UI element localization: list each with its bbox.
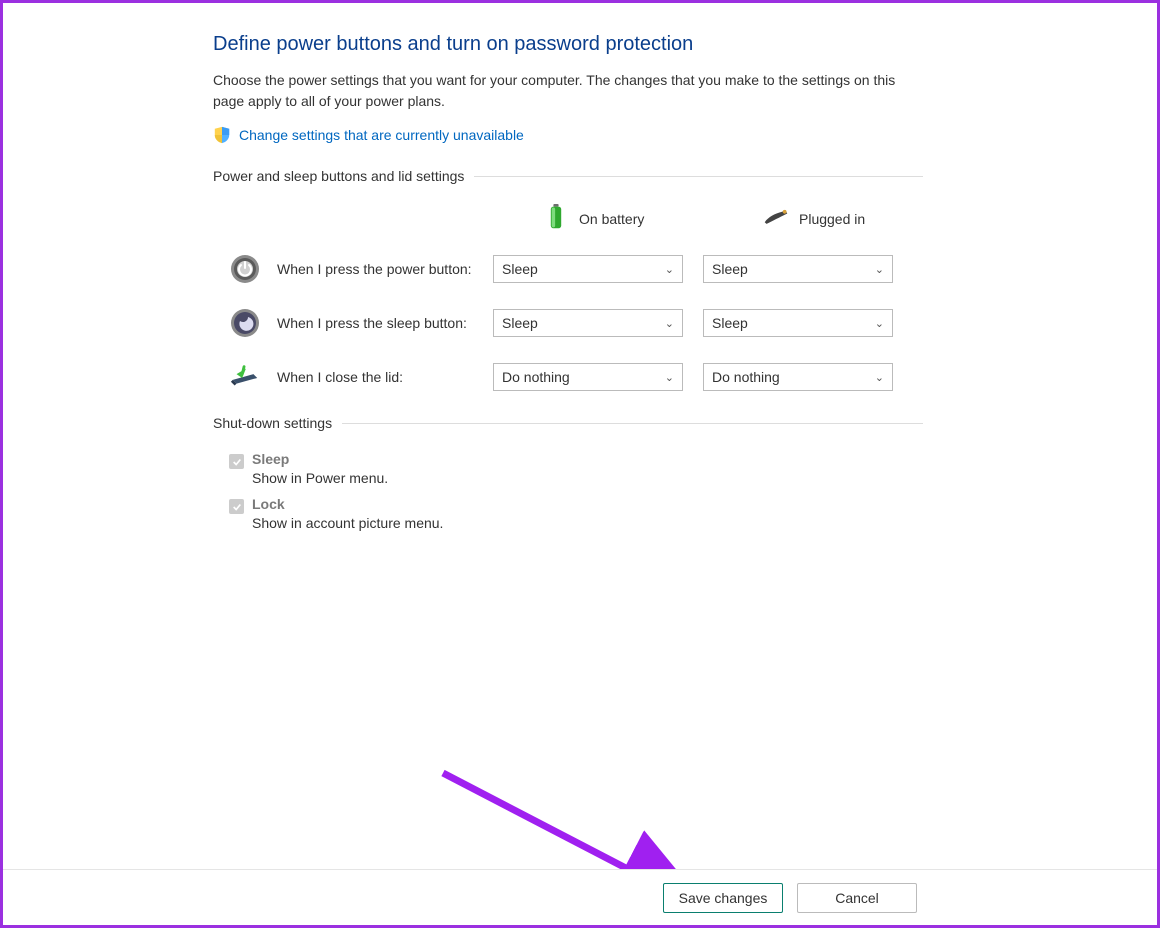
column-battery-label: On battery (579, 211, 644, 227)
power-button-plugged-dropdown[interactable]: Sleep ⌄ (703, 255, 893, 283)
cancel-button[interactable]: Cancel (797, 883, 917, 913)
shield-icon (213, 126, 231, 144)
chevron-down-icon: ⌄ (875, 317, 884, 330)
sleep-button-plugged-dropdown[interactable]: Sleep ⌄ (703, 309, 893, 337)
column-plugged-label: Plugged in (799, 211, 865, 227)
shutdown-item-lock-title: Lock (252, 496, 443, 512)
lock-checkbox (229, 499, 244, 514)
power-button-row-label: When I press the power button: (277, 261, 493, 277)
column-battery-header: On battery (543, 204, 703, 233)
sleep-button-row-label: When I press the sleep button: (277, 315, 493, 331)
plug-icon (763, 204, 789, 233)
lid-close-battery-dropdown[interactable]: Do nothing ⌄ (493, 363, 683, 391)
sleep-checkbox (229, 454, 244, 469)
dropdown-value: Do nothing (712, 369, 780, 385)
page-description: Choose the power settings that you want … (213, 70, 913, 112)
lid-close-icon (229, 361, 261, 393)
dropdown-value: Sleep (502, 261, 538, 277)
shutdown-item-lock-desc: Show in account picture menu. (252, 515, 443, 531)
dropdown-value: Sleep (712, 261, 748, 277)
dropdown-value: Do nothing (502, 369, 570, 385)
shutdown-item-sleep-desc: Show in Power menu. (252, 470, 388, 486)
lid-close-plugged-dropdown[interactable]: Do nothing ⌄ (703, 363, 893, 391)
power-button-icon (229, 253, 261, 285)
shutdown-item-sleep-title: Sleep (252, 451, 388, 467)
divider (474, 176, 923, 177)
divider (342, 423, 923, 424)
column-plugged-header: Plugged in (763, 204, 923, 233)
save-changes-button[interactable]: Save changes (663, 883, 783, 913)
sleep-button-battery-dropdown[interactable]: Sleep ⌄ (493, 309, 683, 337)
power-button-battery-dropdown[interactable]: Sleep ⌄ (493, 255, 683, 283)
lid-close-row-label: When I close the lid: (277, 369, 493, 385)
section-power-sleep-label: Power and sleep buttons and lid settings (213, 168, 464, 184)
chevron-down-icon: ⌄ (665, 263, 674, 276)
section-shutdown-label: Shut-down settings (213, 415, 332, 431)
chevron-down-icon: ⌄ (665, 317, 674, 330)
dropdown-value: Sleep (502, 315, 538, 331)
chevron-down-icon: ⌄ (875, 263, 884, 276)
chevron-down-icon: ⌄ (665, 371, 674, 384)
sleep-button-icon (229, 307, 261, 339)
dropdown-value: Sleep (712, 315, 748, 331)
chevron-down-icon: ⌄ (875, 371, 884, 384)
battery-icon (543, 204, 569, 233)
page-title: Define power buttons and turn on passwor… (213, 33, 923, 56)
change-settings-link[interactable]: Change settings that are currently unava… (239, 127, 524, 143)
